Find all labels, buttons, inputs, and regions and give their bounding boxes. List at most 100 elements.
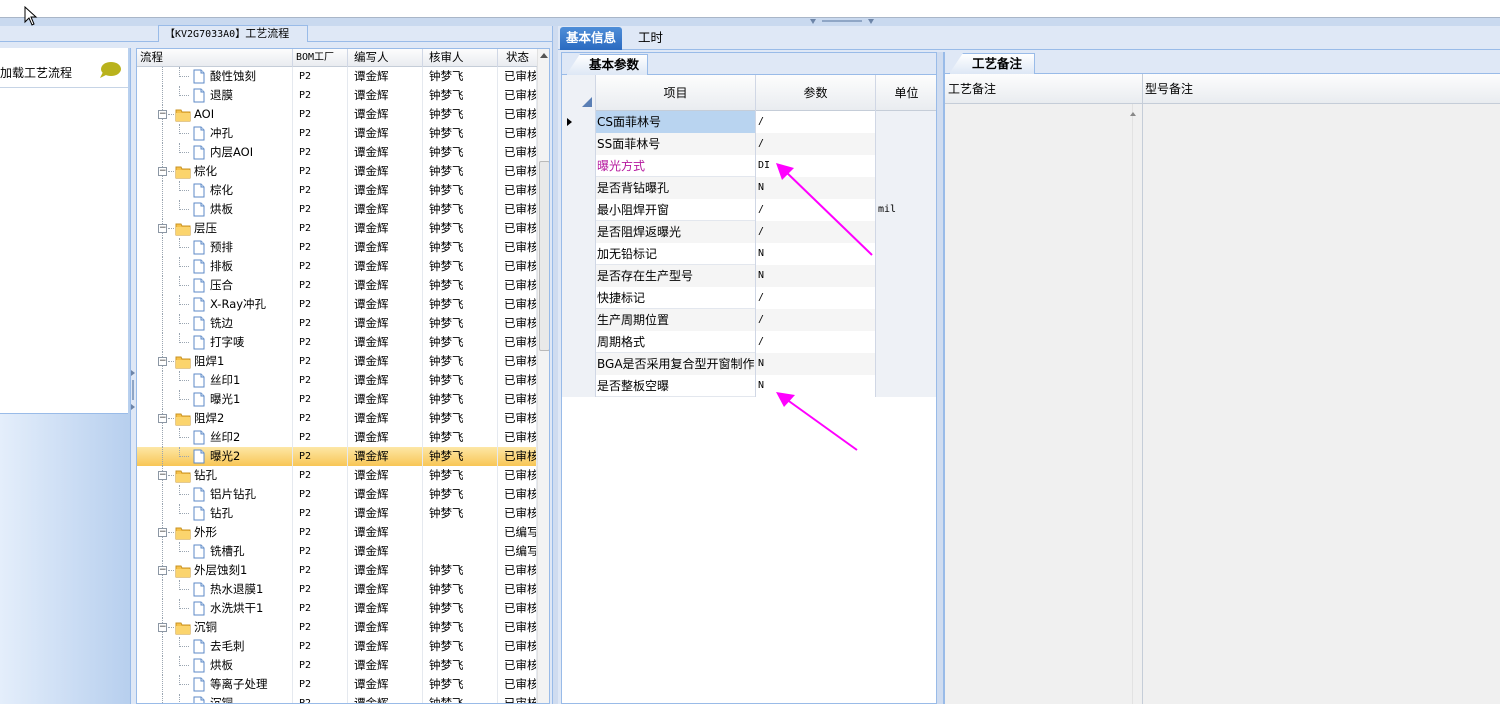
tree-node-cell[interactable]: 钻孔 bbox=[137, 504, 293, 523]
tree-node-label[interactable]: 阻焊2 bbox=[194, 409, 224, 428]
tree-node-cell[interactable]: 铝片钻孔 bbox=[137, 485, 293, 504]
param-row[interactable]: 是否整板空曝 N bbox=[562, 375, 937, 397]
tree-row[interactable]: 烘板 P2 谭金辉 钟梦飞 已审核 bbox=[137, 656, 537, 675]
collapse-toggle-icon[interactable]: − bbox=[158, 357, 167, 366]
tree-node-label[interactable]: 去毛刺 bbox=[210, 637, 245, 656]
collapse-toggle-icon[interactable]: − bbox=[158, 224, 167, 233]
tab-basic-info[interactable]: 基本信息 bbox=[560, 27, 623, 50]
tree-node-label[interactable]: 压合 bbox=[210, 276, 233, 295]
tree-row[interactable]: 等离子处理 P2 谭金辉 钟梦飞 已审核 bbox=[137, 675, 537, 694]
param-value[interactable]: / bbox=[756, 287, 876, 309]
tree-node-label[interactable]: 烘板 bbox=[210, 200, 233, 219]
tree-node-label[interactable]: 铣槽孔 bbox=[210, 542, 245, 561]
tree-row[interactable]: 内层AOI P2 谭金辉 钟梦飞 已审核 bbox=[137, 143, 537, 162]
tab-basic-params[interactable]: 基本参数 bbox=[566, 54, 649, 75]
tree-node-cell[interactable]: 去毛刺 bbox=[137, 637, 293, 656]
param-value[interactable]: / bbox=[756, 111, 876, 133]
tree-node-cell[interactable]: 曝光1 bbox=[137, 390, 293, 409]
param-value[interactable]: N bbox=[756, 353, 876, 375]
tree-node-cell[interactable]: 丝印2 bbox=[137, 428, 293, 447]
row-indicator[interactable] bbox=[562, 287, 596, 309]
tree-col-status[interactable]: 状态 bbox=[498, 49, 537, 67]
sidebar-splitter-grip-icon[interactable] bbox=[131, 370, 135, 410]
tree-node-cell[interactable]: − 阻焊2 bbox=[137, 409, 293, 428]
tree-col-writer[interactable]: 编写人 bbox=[348, 49, 423, 67]
param-value[interactable]: N bbox=[756, 243, 876, 265]
tree-row[interactable]: − 阻焊1 P2 谭金辉 钟梦飞 已审核 bbox=[137, 352, 537, 371]
param-row[interactable]: 曝光方式 DI bbox=[562, 155, 937, 177]
tree-node-label[interactable]: 钻孔 bbox=[210, 504, 233, 523]
tree-row[interactable]: 冲孔 P2 谭金辉 钟梦飞 已审核 bbox=[137, 124, 537, 143]
tree-node-cell[interactable]: 压合 bbox=[137, 276, 293, 295]
tree-row[interactable]: 去毛刺 P2 谭金辉 钟梦飞 已审核 bbox=[137, 637, 537, 656]
tree-col-reviewer[interactable]: 核审人 bbox=[423, 49, 498, 67]
collapse-grip-icon[interactable] bbox=[810, 19, 874, 25]
collapse-toggle-icon[interactable]: − bbox=[158, 110, 167, 119]
tree-node-label[interactable]: 烘板 bbox=[210, 656, 233, 675]
tree-node-label[interactable]: 铝片钻孔 bbox=[210, 485, 256, 504]
tree-row[interactable]: 铣边 P2 谭金辉 钟梦飞 已审核 bbox=[137, 314, 537, 333]
load-flow-label[interactable]: 加载工艺流程 bbox=[0, 64, 72, 81]
tree-row[interactable]: 热水退膜1 P2 谭金辉 钟梦飞 已审核 bbox=[137, 580, 537, 599]
tree-node-label[interactable]: 沉铜 bbox=[210, 694, 233, 703]
tree-node-cell[interactable]: 铣槽孔 bbox=[137, 542, 293, 561]
row-indicator[interactable] bbox=[562, 353, 596, 375]
tree-row[interactable]: 压合 P2 谭金辉 钟梦飞 已审核 bbox=[137, 276, 537, 295]
param-row[interactable]: 是否阻焊返曝光 / bbox=[562, 221, 937, 243]
tree-node-label[interactable]: 外层蚀刻1 bbox=[194, 561, 247, 580]
right-splitter[interactable] bbox=[936, 52, 944, 704]
tree-node-cell[interactable]: 打字唛 bbox=[137, 333, 293, 352]
tree-node-cell[interactable]: X-Ray冲孔 bbox=[137, 295, 293, 314]
row-indicator[interactable] bbox=[562, 309, 596, 331]
row-indicator[interactable] bbox=[562, 331, 596, 353]
tree-row[interactable]: − 阻焊2 P2 谭金辉 钟梦飞 已审核 bbox=[137, 409, 537, 428]
param-value[interactable]: DI bbox=[756, 155, 876, 177]
tree-node-cell[interactable]: − 阻焊1 bbox=[137, 352, 293, 371]
tree-row[interactable]: 铝片钻孔 P2 谭金辉 钟梦飞 已审核 bbox=[137, 485, 537, 504]
collapse-toggle-icon[interactable]: − bbox=[158, 528, 167, 537]
param-value[interactable]: N bbox=[756, 375, 876, 397]
tree-row[interactable]: 酸性蚀刻 P2 谭金辉 钟梦飞 已审核 bbox=[137, 67, 537, 86]
col-model-remark[interactable]: 型号备注 bbox=[1142, 74, 1193, 104]
tree-node-cell[interactable]: − 钻孔 bbox=[137, 466, 293, 485]
tree-node-label[interactable]: AOI bbox=[194, 105, 214, 124]
tree-row[interactable]: − 外形 P2 谭金辉 已编写 bbox=[137, 523, 537, 542]
tree-node-cell[interactable]: 内层AOI bbox=[137, 143, 293, 162]
tree-node-cell[interactable]: 曝光2 bbox=[137, 447, 293, 466]
tree-row[interactable]: − 外层蚀刻1 P2 谭金辉 钟梦飞 已审核 bbox=[137, 561, 537, 580]
tree-scrollbar[interactable] bbox=[537, 49, 549, 703]
param-value[interactable]: / bbox=[756, 309, 876, 331]
scroll-up-arrow-icon[interactable] bbox=[1130, 112, 1136, 116]
tree-node-label[interactable]: 丝印1 bbox=[210, 371, 240, 390]
param-value[interactable]: N bbox=[756, 177, 876, 199]
tree-node-label[interactable]: 阻焊1 bbox=[194, 352, 224, 371]
tree-node-label[interactable]: 钻孔 bbox=[194, 466, 217, 485]
tree-node-cell[interactable]: − 层压 bbox=[137, 219, 293, 238]
tree-node-label[interactable]: 内层AOI bbox=[210, 143, 253, 162]
tree-node-cell[interactable]: 退膜 bbox=[137, 86, 293, 105]
tree-row[interactable]: − 钻孔 P2 谭金辉 钟梦飞 已审核 bbox=[137, 466, 537, 485]
tree-node-label[interactable]: 棕化 bbox=[210, 181, 233, 200]
row-indicator[interactable] bbox=[562, 111, 596, 133]
param-row[interactable]: 是否背钻曝孔 N bbox=[562, 177, 937, 199]
tree-row[interactable]: 丝印2 P2 谭金辉 钟梦飞 已审核 bbox=[137, 428, 537, 447]
collapse-toggle-icon[interactable]: − bbox=[158, 566, 167, 575]
tree-row[interactable]: − 层压 P2 谭金辉 钟梦飞 已审核 bbox=[137, 219, 537, 238]
tree-node-cell[interactable]: 烘板 bbox=[137, 656, 293, 675]
params-col-item[interactable]: 项目 bbox=[596, 75, 756, 111]
tree-node-cell[interactable]: − 外形 bbox=[137, 523, 293, 542]
chat-bubble-icon[interactable] bbox=[98, 61, 122, 79]
tree-node-label[interactable]: 丝印2 bbox=[210, 428, 240, 447]
tree-node-label[interactable]: 水洗烘干1 bbox=[210, 599, 263, 618]
tree-node-label[interactable]: 外形 bbox=[194, 523, 217, 542]
collapse-toggle-icon[interactable]: − bbox=[158, 414, 167, 423]
tree-node-cell[interactable]: 冲孔 bbox=[137, 124, 293, 143]
param-value[interactable]: / bbox=[756, 133, 876, 155]
tree-node-label[interactable]: 棕化 bbox=[194, 162, 217, 181]
tree-row[interactable]: 沉铜 P2 谭金辉 钟梦飞 已审核 bbox=[137, 694, 537, 703]
row-indicator[interactable] bbox=[562, 265, 596, 287]
row-indicator[interactable] bbox=[562, 155, 596, 177]
tree-row[interactable]: X-Ray冲孔 P2 谭金辉 钟梦飞 已审核 bbox=[137, 295, 537, 314]
tree-node-label[interactable]: 冲孔 bbox=[210, 124, 233, 143]
tree-node-label[interactable]: 层压 bbox=[194, 219, 217, 238]
